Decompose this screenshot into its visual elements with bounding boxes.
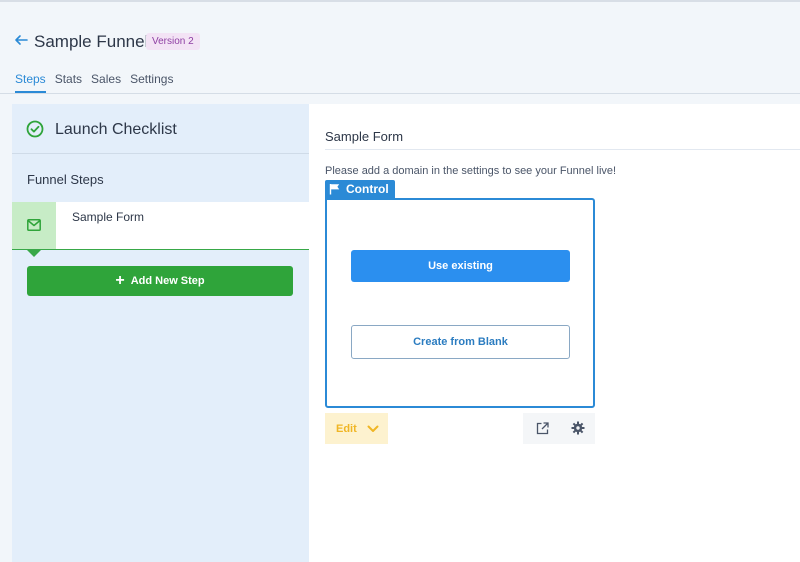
control-tag: Control xyxy=(325,180,395,198)
mail-icon xyxy=(27,219,41,231)
variant-actions xyxy=(523,413,595,444)
control-tag-label: Control xyxy=(346,182,389,196)
header-divider xyxy=(0,93,800,94)
add-step-label: Add New Step xyxy=(130,275,205,287)
page-header: Sample Funnel Version 2 Steps Stats Sale… xyxy=(0,2,800,94)
flag-icon xyxy=(329,184,340,195)
gear-icon[interactable] xyxy=(571,421,585,435)
tab-bar: Steps Stats Sales Settings xyxy=(15,72,182,93)
edit-label: Edit xyxy=(336,422,357,435)
plus-icon: + xyxy=(115,272,125,289)
version-badge: Version 2 xyxy=(146,33,200,50)
variant-card: Use existing Create from Blank xyxy=(325,198,595,408)
funnel-steps-heading: Funnel Steps xyxy=(27,172,104,187)
external-link-icon[interactable] xyxy=(536,422,549,435)
checklist-title: Launch Checklist xyxy=(55,121,177,138)
step-icon-box xyxy=(12,202,56,249)
tab-settings[interactable]: Settings xyxy=(130,72,173,93)
page-title: Sample Funnel xyxy=(34,32,149,51)
step-title: Sample Form xyxy=(325,129,404,144)
tab-steps[interactable]: Steps xyxy=(15,72,46,93)
funnel-step-item[interactable]: Sample Form xyxy=(12,202,309,250)
add-new-step-button[interactable]: + Add New Step xyxy=(27,266,293,296)
main-divider xyxy=(325,149,800,150)
chevron-down-icon xyxy=(367,425,379,432)
create-from-blank-button[interactable]: Create from Blank xyxy=(351,325,570,359)
active-step-pointer xyxy=(27,250,41,257)
sidebar: Launch Checklist Funnel Steps Sample For… xyxy=(12,104,309,562)
domain-notice: Please add a domain in the settings to s… xyxy=(325,165,617,177)
tab-sales[interactable]: Sales xyxy=(91,72,121,93)
step-label: Sample Form xyxy=(72,210,145,224)
use-existing-button[interactable]: Use existing xyxy=(351,250,570,282)
launch-checklist[interactable]: Launch Checklist xyxy=(12,104,309,154)
back-arrow-icon[interactable] xyxy=(13,32,29,48)
edit-dropdown-button[interactable]: Edit xyxy=(325,413,388,444)
tab-stats[interactable]: Stats xyxy=(55,72,82,93)
check-circle-icon xyxy=(26,120,44,138)
main-panel: Sample Form Please add a domain in the s… xyxy=(309,104,800,562)
